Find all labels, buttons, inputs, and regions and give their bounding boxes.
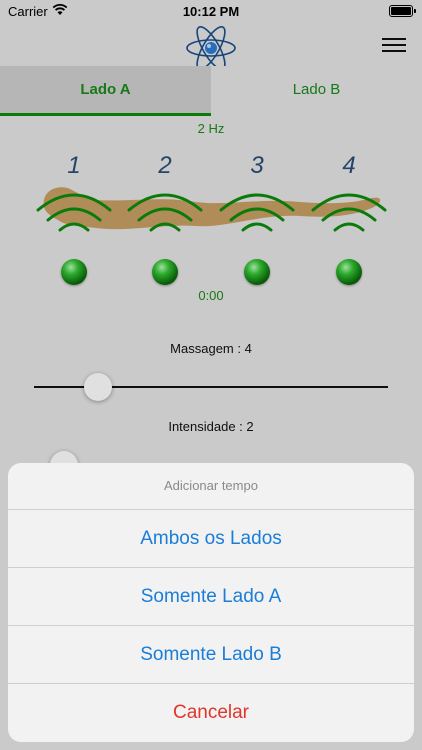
both-sides-button[interactable]: Ambos os Lados [8,510,414,568]
add-time-action-sheet: Adicionar tempo Ambos os Lados Somente L… [8,463,414,742]
side-b-only-button[interactable]: Somente Lado B [8,626,414,684]
sheet-title: Adicionar tempo [8,463,414,510]
cancel-button[interactable]: Cancelar [8,684,414,741]
side-a-only-button[interactable]: Somente Lado A [8,568,414,626]
